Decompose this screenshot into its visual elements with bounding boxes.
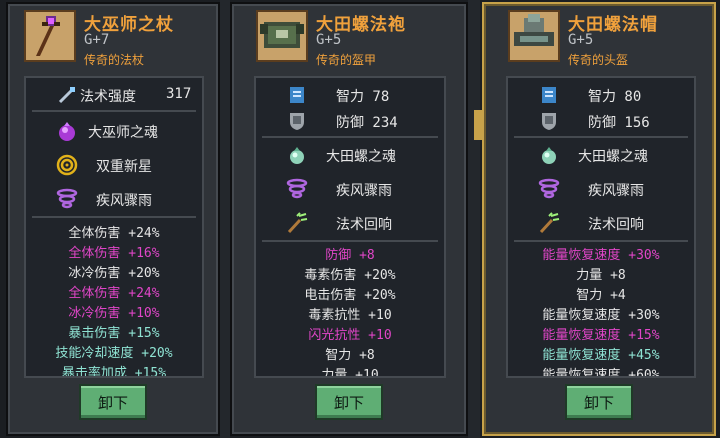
item-rarity: 传奇的法杖 [84, 53, 145, 67]
item-grade: G+5 [568, 32, 594, 48]
purple-tornado-icon [286, 178, 308, 199]
affix-line: 能量恢复速度 +45% [542, 348, 660, 363]
item-card-staff[interactable]: 大巫师之杖 G+7 传奇的法杖 法术强度 317 大巫师之魂 双重新星 疾风骤雨… [6, 2, 220, 436]
skill-row[interactable]: 双重新星 [26, 150, 202, 180]
skill-row[interactable]: 大田螺之魂 [508, 140, 694, 170]
shield-icon [290, 113, 304, 130]
item-header: 大田螺法袍 G+5 传奇的盔甲 [242, 8, 460, 72]
affix-line: 电击伤害 +20% [304, 288, 396, 303]
item-card-robe[interactable]: 大田螺法袍 G+5 传奇的盔甲 智力 78 防御 234 大田螺之魂 疾风骤雨 … [230, 2, 468, 436]
skill-row[interactable]: 法术回响 [256, 208, 444, 238]
skill-row[interactable]: 疾风骤雨 [26, 184, 202, 214]
base-stat-value: 317 [166, 86, 192, 102]
base-stat-label: 法术强度 [80, 89, 136, 105]
item-rarity: 传奇的头盔 [568, 53, 629, 67]
skill-label: 大田螺之魂 [578, 149, 648, 165]
item-header: 大巫师之杖 G+7 传奇的法杖 [18, 8, 212, 72]
green-orb-icon [542, 147, 556, 164]
item-rarity: 传奇的盔甲 [316, 53, 377, 67]
base-stat-row: 防御 234 [256, 106, 444, 136]
base-stat-label: 智力 78 [336, 89, 390, 105]
affix-line: 暴击率加成 +15% [61, 366, 167, 378]
purple-tornado-icon [538, 178, 560, 199]
compare-tab [474, 110, 482, 140]
item-stats: 智力 78 防御 234 大田螺之魂 疾风骤雨 法术回响 防御 +8 毒素伤害 … [254, 76, 446, 378]
unequip-button[interactable]: 卸下 [315, 384, 383, 420]
armor-icon [256, 10, 308, 62]
base-stat-label: 智力 80 [588, 89, 642, 105]
base-stat-row: 法术强度 317 [26, 80, 202, 110]
helmet-icon [508, 10, 560, 62]
divider [262, 240, 438, 242]
base-stat-label: 防御 234 [336, 115, 398, 131]
affix-line: 防御 +8 [325, 248, 375, 263]
affix-line: 能量恢复速度 +30% [542, 308, 660, 323]
affix-line: 闪光抗性 +10 [308, 328, 392, 343]
base-stat-row: 防御 156 [508, 106, 694, 136]
affix-line: 力量 +10 [321, 368, 379, 378]
affix-line: 技能冷却速度 +20% [55, 346, 173, 361]
green-wand-icon [287, 212, 308, 234]
item-header: 大田螺法帽 G+5 传奇的头盔 [494, 8, 708, 72]
affix-line: 毒素抗性 +10 [308, 308, 392, 323]
item-stats: 智力 80 防御 156 大田螺之魂 疾风骤雨 法术回响 能量恢复速度 +30%… [506, 76, 696, 378]
affix-line: 暴击伤害 +15% [68, 326, 160, 341]
divider [32, 216, 196, 218]
base-stat-label: 防御 156 [588, 115, 650, 131]
affix-line: 能量恢复速度 +30% [542, 248, 660, 263]
shield-icon [542, 113, 556, 130]
purple-tornado-icon [56, 188, 78, 209]
affix-line: 能量恢复速度 +15% [542, 328, 660, 343]
panel-gap [220, 0, 230, 438]
skill-row[interactable]: 法术回响 [508, 208, 694, 238]
skill-row[interactable]: 疾风骤雨 [508, 174, 694, 204]
panel-gap [468, 0, 480, 438]
affix-line: 全体伤害 +24% [68, 286, 160, 301]
affix-line: 能量恢复速度 +60% [542, 368, 660, 378]
skill-label: 疾风骤雨 [96, 193, 152, 209]
affix-line: 力量 +8 [576, 268, 626, 283]
affix-line: 冰冷伤害 +20% [68, 266, 160, 281]
item-card-hat[interactable]: 大田螺法帽 G+5 传奇的头盔 智力 80 防御 156 大田螺之魂 疾风骤雨 … [482, 2, 716, 436]
book-icon [290, 87, 304, 103]
skill-label: 法术回响 [588, 217, 644, 233]
item-stats: 法术强度 317 大巫师之魂 双重新星 疾风骤雨 全体伤害 +24% 全体伤害 … [24, 76, 204, 378]
skill-label: 大巫师之魂 [88, 125, 158, 141]
skill-row[interactable]: 大巫师之魂 [26, 116, 202, 146]
green-wand-icon [539, 212, 560, 234]
target-ring-icon [56, 154, 78, 176]
purple-orb-icon [59, 122, 75, 141]
skill-row[interactable]: 疾风骤雨 [256, 174, 444, 204]
staff-icon [24, 10, 76, 62]
affix-line: 毒素伤害 +20% [304, 268, 396, 283]
affix-line: 冰冷伤害 +10% [68, 306, 160, 321]
skill-row[interactable]: 大田螺之魂 [256, 140, 444, 170]
wand-icon [58, 87, 75, 104]
divider [262, 136, 438, 138]
affix-line: 全体伤害 +24% [68, 226, 160, 241]
unequip-button[interactable]: 卸下 [565, 384, 633, 420]
skill-label: 疾风骤雨 [336, 183, 392, 199]
affix-line: 全体伤害 +16% [68, 246, 160, 261]
green-orb-icon [290, 147, 304, 164]
skill-label: 法术回响 [336, 217, 392, 233]
affix-line: 智力 +4 [576, 288, 626, 303]
unequip-button[interactable]: 卸下 [79, 384, 147, 420]
divider [32, 110, 196, 112]
skill-label: 大田螺之魂 [326, 149, 396, 165]
skill-label: 双重新星 [96, 159, 152, 175]
item-grade: G+7 [84, 32, 110, 48]
divider [514, 240, 688, 242]
affix-line: 智力 +8 [325, 348, 375, 363]
divider [514, 136, 688, 138]
skill-label: 疾风骤雨 [588, 183, 644, 199]
item-grade: G+5 [316, 32, 342, 48]
book-icon [542, 87, 556, 103]
